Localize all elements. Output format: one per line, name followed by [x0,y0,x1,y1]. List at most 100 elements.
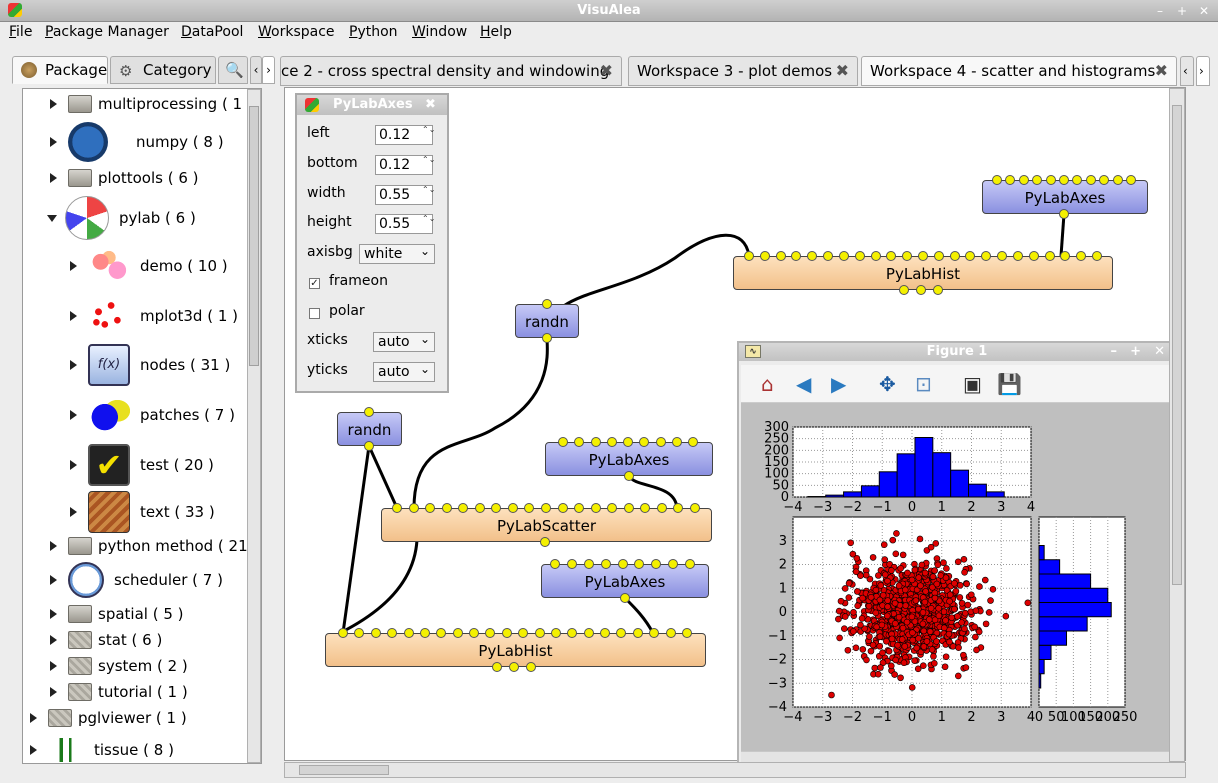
node-port[interactable] [338,628,348,638]
node-port[interactable] [682,628,692,638]
node-port[interactable] [632,628,643,638]
subplots-icon[interactable]: ▣ [963,373,982,395]
node-port[interactable] [775,251,786,261]
expand-arrow-icon[interactable] [30,745,38,755]
node-port[interactable] [403,628,414,638]
tab-scroll-left[interactable]: ‹ [1180,56,1194,86]
axisbg-select[interactable]: white [359,242,435,264]
tab-close-icon[interactable]: ✖ [1155,57,1168,85]
node-port[interactable] [364,407,374,417]
pan-icon[interactable]: ✥ [879,373,896,395]
tree-item[interactable]: pglviewer ( 1 ) [30,703,187,733]
height-spinbox[interactable]: 0.55 [375,214,433,234]
node-port[interactable] [558,437,568,447]
tree-item[interactable]: scheduler ( 7 ) [50,559,223,601]
node-port[interactable] [540,537,550,547]
node-port[interactable] [566,559,577,569]
node-port[interactable] [509,662,519,672]
tab-workspace-2[interactable]: ce 2 - cross spectral density and window… [280,56,622,86]
node-port[interactable] [1012,251,1023,261]
tree-item[interactable]: pylab ( 6 ) [47,195,196,241]
node-port[interactable] [1126,175,1136,185]
tab-close-icon[interactable]: ✖ [836,57,849,85]
zoom-icon[interactable]: ⊡ [915,373,932,395]
node-port[interactable] [1059,175,1069,185]
forward-arrow-icon[interactable]: ▶ [831,373,846,395]
menu-window[interactable]: Window [412,24,467,40]
back-arrow-icon[interactable]: ◀ [796,373,811,395]
node-port[interactable] [617,559,628,569]
node-port[interactable] [1112,175,1123,185]
node-port[interactable] [655,437,666,447]
node-port[interactable] [590,503,601,513]
close-icon[interactable]: ✕ [1196,3,1212,19]
node-port[interactable] [364,441,374,451]
node-port[interactable] [1059,209,1069,219]
menu-datapool[interactable]: DataPool [181,24,243,40]
tree-item[interactable]: text ( 33 ) [70,489,215,535]
node-port[interactable] [541,503,551,513]
node-port[interactable] [685,559,695,569]
tree-item[interactable]: python method ( 21 ) [50,531,258,561]
node-port[interactable] [1028,251,1039,261]
node-port[interactable] [899,285,909,295]
menu-workspace[interactable]: Workspace [258,24,335,40]
node-port[interactable] [665,628,676,638]
node-port[interactable] [606,437,617,447]
node-port[interactable] [507,503,518,513]
expand-arrow-icon[interactable] [70,460,78,470]
node-port[interactable] [918,251,928,261]
expand-arrow-icon[interactable] [50,575,58,585]
scrollbar-thumb[interactable] [299,765,389,775]
figure-titlebar[interactable]: ∿ Figure 1 – + ✕ [739,343,1175,361]
tree-item[interactable]: patches ( 7 ) [70,392,235,438]
expand-arrow-icon[interactable] [30,713,38,723]
node-port[interactable] [838,251,849,261]
expand-arrow-icon[interactable] [70,410,78,420]
close-icon[interactable]: ✖ [425,95,436,115]
node-port[interactable] [452,628,463,638]
node-port[interactable] [600,559,611,569]
expand-arrow-icon[interactable] [70,311,78,321]
tab-scroll-left[interactable]: ‹ [250,56,262,84]
node-port[interactable] [542,299,552,309]
node-port[interactable] [1085,175,1096,185]
scrollbar-thumb[interactable] [249,106,259,366]
node-port[interactable] [916,285,926,295]
polar-checkbox[interactable] [309,308,320,319]
tree-item[interactable]: tissue ( 8 ) [30,735,174,763]
tree-item[interactable]: ✔ test ( 20 ) [70,442,214,488]
expand-arrow-icon[interactable] [50,541,58,551]
node-port[interactable] [474,503,485,513]
tab-workspace-3[interactable]: Workspace 3 - plot demos ✖ [628,56,858,86]
node-port[interactable] [933,285,943,295]
tree-item[interactable]: demo ( 10 ) [70,243,228,289]
minimize-icon[interactable]: – [1111,343,1118,361]
menu-python[interactable]: Python [349,24,398,40]
node-port[interactable] [949,251,960,261]
node-port[interactable] [583,559,594,569]
node-port[interactable] [870,251,881,261]
frameon-checkbox[interactable]: ✓ [309,278,320,289]
close-icon[interactable]: ✕ [1154,343,1165,361]
node-port[interactable] [534,628,545,638]
expand-arrow-icon[interactable] [50,687,58,697]
tab-category[interactable]: ⚙ Category [110,56,216,84]
tree-item[interactable]: numpy ( 8 ) [50,121,224,163]
collapse-arrow-icon[interactable] [47,213,57,223]
maximize-icon[interactable]: + [1174,3,1190,19]
expand-arrow-icon[interactable] [70,261,78,271]
node-port[interactable] [1044,251,1055,261]
node-port[interactable] [623,503,634,513]
dataflow-canvas[interactable]: PyLabAxes PyLabHist randn randn PyLabAxe… [284,87,1186,777]
dialog-titlebar[interactable]: PyLabAxes ✖ [297,95,447,115]
bottom-spinbox[interactable]: 0.12 [375,155,433,175]
expand-arrow-icon[interactable] [50,173,58,183]
save-icon[interactable]: 💾 [997,373,1022,395]
node-port[interactable] [557,503,568,513]
node-port[interactable] [590,437,601,447]
node-port[interactable] [744,251,754,261]
home-icon[interactable]: ⌂ [761,373,774,395]
canvas-hscrollbar[interactable] [284,762,1186,778]
node-port[interactable] [492,662,502,672]
